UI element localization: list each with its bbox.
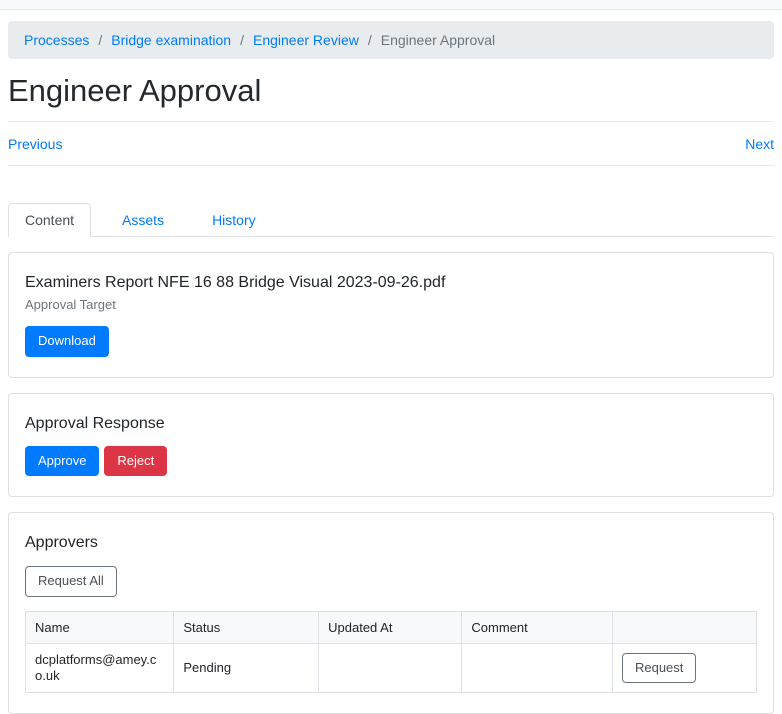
approval-response-card: Approval Response Approve Reject [8, 392, 774, 498]
next-link[interactable]: Next [745, 136, 774, 152]
request-all-button[interactable]: Request All [25, 566, 117, 597]
approvers-table: Name Status Updated At Comment dcplatfor… [24, 610, 758, 694]
pager: Previous Next [8, 122, 774, 165]
column-header-comment: Comment [461, 610, 613, 644]
column-header-status: Status [173, 610, 320, 644]
table-header-row: Name Status Updated At Comment [24, 610, 758, 644]
top-strip [0, 0, 782, 10]
breadcrumb-link-processes[interactable]: Processes [24, 32, 89, 48]
approver-updated-at-cell [318, 642, 463, 693]
approver-name-cell: dcplatforms@amey.co.uk [24, 642, 175, 693]
approval-response-actions: Approve Reject [25, 445, 757, 477]
approvers-title: Approvers [25, 534, 98, 552]
approval-response-title: Approval Response [25, 414, 165, 432]
column-header-actions [611, 610, 758, 644]
tab-bar: Content Assets History [8, 203, 774, 238]
tab-content[interactable]: Content [8, 203, 92, 238]
column-header-updated-at: Updated At [318, 610, 463, 644]
approval-target-filename: Examiners Report NFE 16 88 Bridge Visual… [25, 274, 446, 292]
reject-button[interactable]: Reject [104, 445, 168, 477]
approver-action-cell: Request [611, 642, 758, 693]
breadcrumb-link-bridge-examination[interactable]: Bridge examination [111, 32, 231, 48]
tab-history[interactable]: History [195, 203, 273, 237]
approvers-card: Approvers Request All Name Status Update… [8, 512, 774, 714]
approval-target-subtitle: Approval Target [25, 297, 116, 313]
previous-link[interactable]: Previous [8, 136, 62, 152]
approve-button[interactable]: Approve [25, 445, 100, 477]
approver-status-cell: Pending [173, 642, 320, 693]
breadcrumb-separator: / [367, 32, 372, 48]
approver-comment-cell [461, 642, 613, 693]
tab-assets[interactable]: Assets [105, 203, 181, 237]
breadcrumb-separator: / [240, 32, 244, 48]
breadcrumb-link-engineer-review[interactable]: Engineer Review [253, 32, 359, 48]
breadcrumb: Processes / Bridge examination / Enginee… [8, 21, 774, 59]
page-container: Processes / Bridge examination / Enginee… [0, 21, 782, 714]
page-title: Engineer Approval [8, 73, 262, 108]
breadcrumb-separator: / [98, 32, 103, 48]
divider [8, 165, 774, 167]
breadcrumb-current: Engineer Approval [380, 32, 496, 48]
approval-target-card: Examiners Report NFE 16 88 Bridge Visual… [8, 252, 774, 378]
table-row: dcplatforms@amey.co.uk Pending Request [24, 642, 758, 693]
request-button[interactable]: Request [621, 652, 697, 683]
column-header-name: Name [24, 610, 175, 644]
download-button[interactable]: Download [25, 326, 109, 357]
